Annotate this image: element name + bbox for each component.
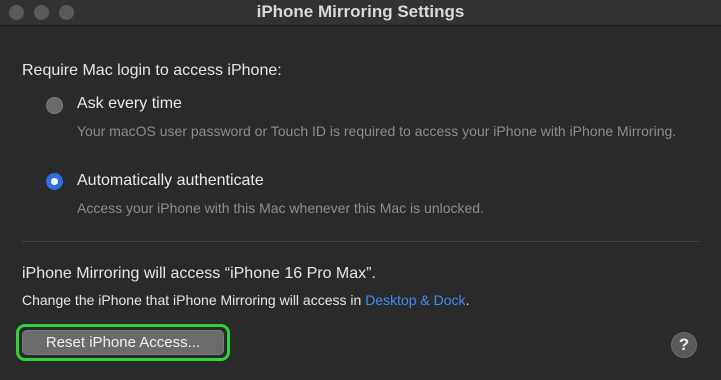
- settings-content: Require Mac login to access iPhone: Ask …: [0, 27, 721, 380]
- window-title: iPhone Mirroring Settings: [256, 2, 465, 21]
- settings-window: iPhone Mirroring Settings Require Mac lo…: [0, 0, 721, 380]
- change-device-text: Change the iPhone that iPhone Mirroring …: [22, 292, 469, 308]
- change-device-prefix: Change the iPhone that iPhone Mirroring …: [22, 292, 366, 308]
- title-bar: iPhone Mirroring Settings: [0, 0, 721, 26]
- help-button[interactable]: ?: [671, 332, 697, 358]
- automatically-authenticate-description: Access your iPhone with this Mac wheneve…: [77, 200, 484, 216]
- reset-button-highlight: Reset iPhone Access...: [16, 324, 230, 361]
- desktop-dock-link[interactable]: Desktop & Dock: [365, 292, 465, 308]
- section-divider: [22, 241, 699, 242]
- reset-iphone-access-button[interactable]: Reset iPhone Access...: [22, 330, 224, 355]
- ask-every-time-label[interactable]: Ask every time: [77, 95, 182, 113]
- ask-every-time-description: Your macOS user password or Touch ID is …: [77, 123, 677, 139]
- automatically-authenticate-label[interactable]: Automatically authenticate: [77, 172, 264, 190]
- login-heading: Require Mac login to access iPhone:: [22, 62, 282, 79]
- ask-every-time-radio[interactable]: [46, 97, 63, 114]
- device-access-text: iPhone Mirroring will access “iPhone 16 …: [22, 265, 376, 282]
- change-device-suffix: .: [465, 292, 470, 308]
- automatically-authenticate-radio[interactable]: [46, 173, 63, 190]
